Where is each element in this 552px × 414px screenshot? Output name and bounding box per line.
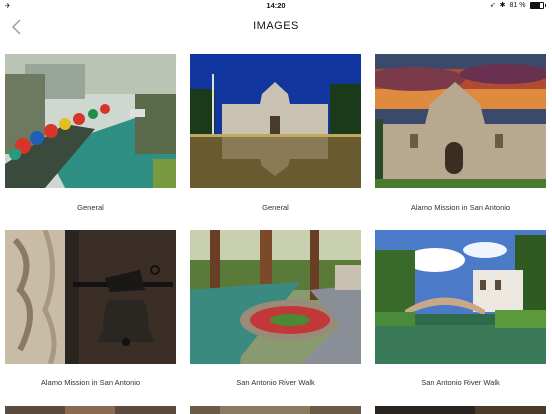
image-tile-river-cypress[interactable] <box>190 230 361 364</box>
image-tile-alamo-sunset[interactable] <box>375 54 546 188</box>
image-caption: San Antonio River Walk <box>421 378 500 387</box>
image-tile-partial[interactable] <box>190 406 361 414</box>
partial-photo <box>5 406 176 414</box>
image-tile-alamo-night[interactable] <box>190 54 361 188</box>
river-bridge-photo <box>375 230 546 364</box>
image-tile-river-umbrellas[interactable] <box>5 54 176 188</box>
partial-photo <box>190 406 361 414</box>
river-umbrellas-photo <box>5 54 176 188</box>
mission-bell-photo <box>5 230 176 364</box>
image-caption: Alamo Mission in San Antonio <box>410 203 511 212</box>
alamo-sunset-photo <box>375 54 546 188</box>
image-tile-mission-bell[interactable] <box>5 230 176 364</box>
image-caption: Alamo Mission in San Antonio <box>40 378 141 387</box>
image-tile-partial[interactable] <box>5 406 176 414</box>
partial-photo <box>375 406 546 414</box>
image-caption: General <box>262 203 289 212</box>
alamo-night-photo <box>190 54 361 188</box>
image-caption: San Antonio River Walk <box>236 378 315 387</box>
image-tile-river-bridge[interactable] <box>375 230 546 364</box>
image-grid: General General Alamo Mission in San Ant… <box>0 0 552 414</box>
image-tile-partial[interactable] <box>375 406 546 414</box>
image-caption: General <box>77 203 104 212</box>
river-cypress-photo <box>190 230 361 364</box>
